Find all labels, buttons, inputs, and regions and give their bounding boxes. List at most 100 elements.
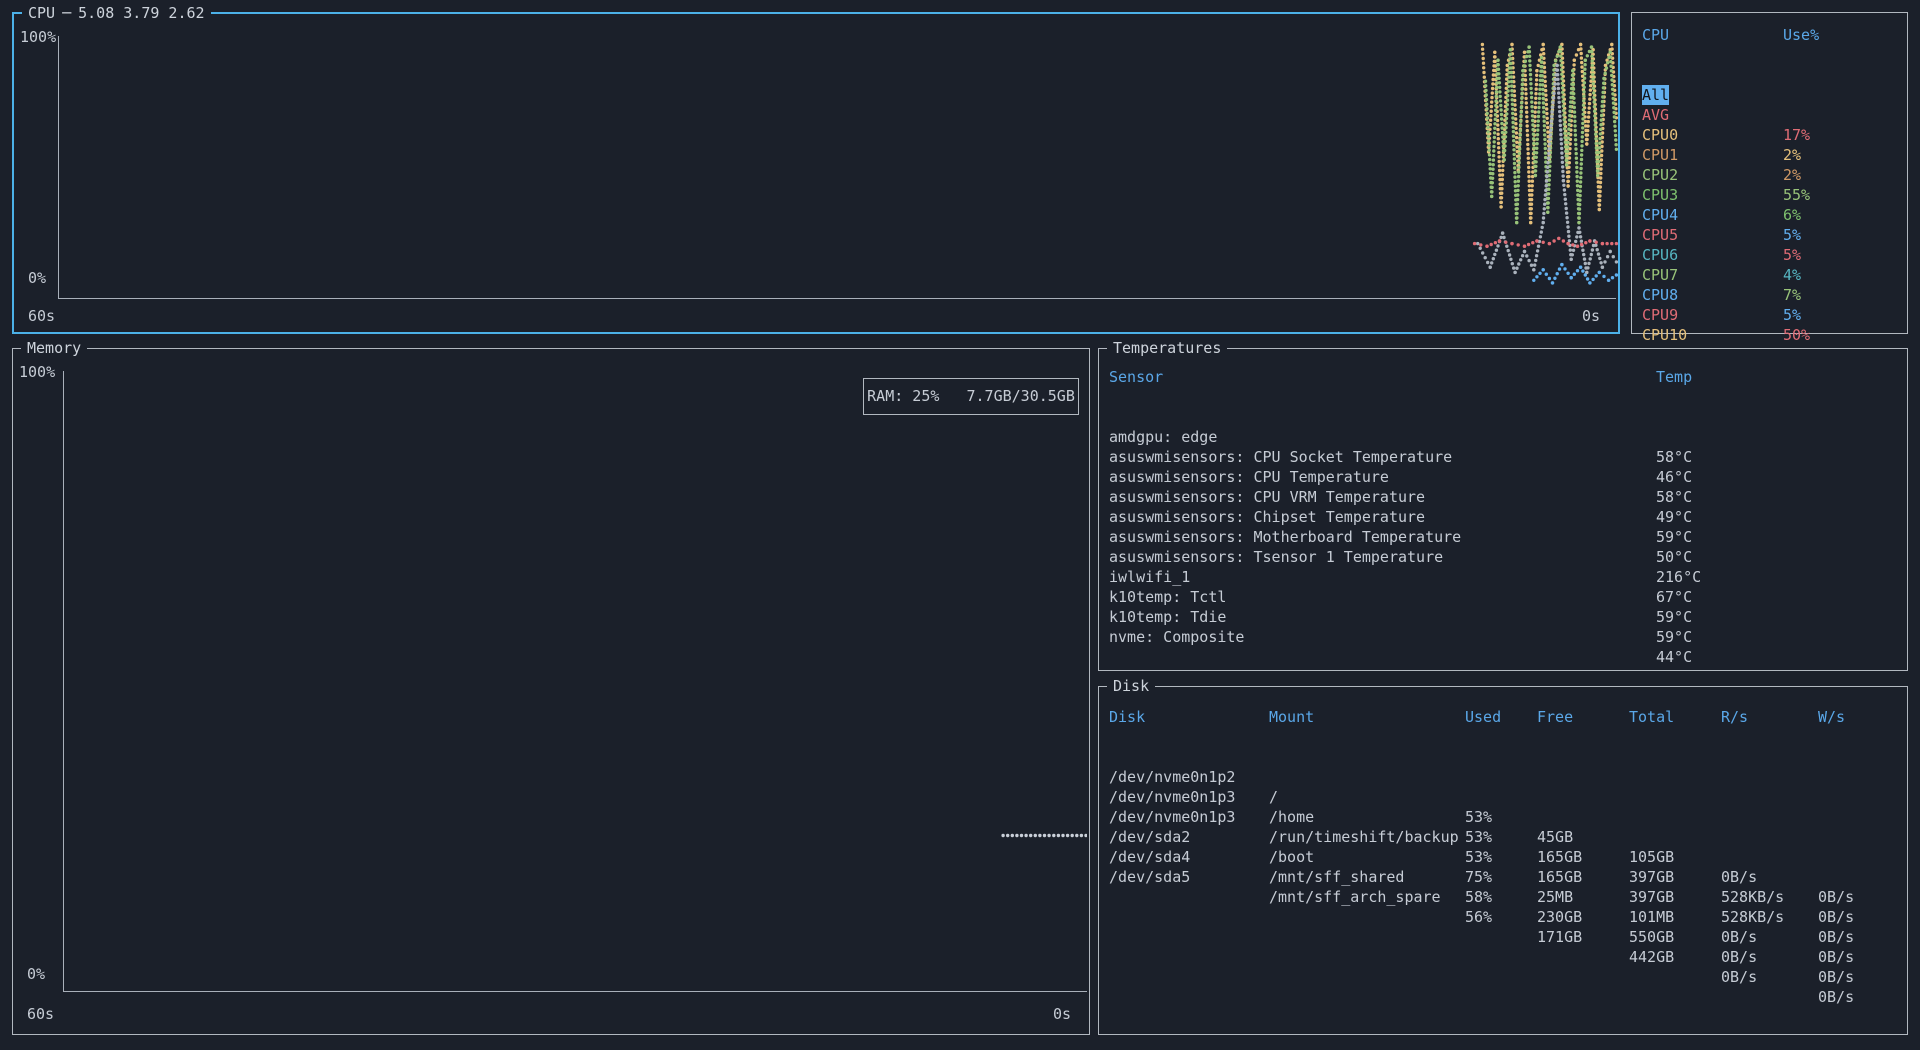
sensor-column-header: Sensor (1109, 367, 1163, 387)
disk-read-rate: 0B/s (1721, 867, 1757, 887)
y-axis-max-label: 100% (19, 363, 55, 381)
read-rate-column-header: R/s (1721, 707, 1748, 727)
disk-read-rate: 0B/s (1721, 927, 1757, 947)
cpu-row[interactable]: CPU8 5% (1632, 265, 1907, 285)
disk-row: /dev/sda5 /mnt/sff_arch_spare 56% 171GB … (1099, 847, 1907, 867)
disk-row: /dev/nvme0n1p2 / 53% 45GB 105GB 0B/s 0B/… (1099, 747, 1907, 767)
cpu-row[interactable]: CPU6 4% (1632, 225, 1907, 245)
x-axis-line (63, 991, 1087, 992)
cpu-row-usage: 50% (1783, 325, 1810, 345)
disk-write-rate: 0B/s (1818, 947, 1854, 967)
y-axis-min-label: 0% (28, 269, 46, 287)
temperature-row: k10temp: Tdie 59°C (1099, 587, 1907, 607)
disk-device: /dev/sda5 (1109, 867, 1190, 887)
disk-total: 550GB (1629, 927, 1674, 947)
cpu-usage-chart (59, 34, 1618, 296)
temperatures-panel-title: Temperatures (1107, 339, 1227, 357)
disk-total: 397GB (1629, 887, 1674, 907)
cpu-row[interactable]: All (1632, 65, 1907, 85)
disk-free: 230GB (1537, 907, 1582, 927)
mount-column-header: Mount (1269, 707, 1314, 727)
temperature-row: asuswmisensors: CPU Socket Temperature 4… (1099, 427, 1907, 447)
load-average: 5.08 3.79 2.62 (78, 4, 204, 22)
sensor-temp-value: 59°C (1656, 627, 1692, 647)
temperature-row: asuswmisensors: Motherboard Temperature … (1099, 507, 1907, 527)
disk-total: 101MB (1629, 907, 1674, 927)
disk-table-body: /dev/nvme0n1p2 / 53% 45GB 105GB 0B/s 0B/… (1099, 747, 1907, 867)
disk-read-rate: 528KB/s (1721, 887, 1784, 907)
disk-write-rate: 0B/s (1818, 987, 1854, 1007)
disk-used: 75% (1465, 867, 1492, 887)
memory-panel-title: Memory (21, 339, 87, 357)
memory-graph-panel: Memory 100% RAM: 25% 7.7GB/30.5GB 0% 60s… (12, 348, 1090, 1035)
sensor-name: nvme: Composite (1109, 627, 1244, 647)
cpu-column-header: CPU (1642, 25, 1669, 45)
cpu-row[interactable]: CPU10 1% (1632, 305, 1907, 325)
cpu-core-list-panel: CPU Use% All AVG 17% CPU0 2% CPU1 2% CPU… (1631, 12, 1908, 334)
disk-row: /dev/sda4 /mnt/sff_shared 58% 230GB 550G… (1099, 827, 1907, 847)
cpu-row[interactable]: CPU3 6% (1632, 165, 1907, 185)
cpu-row[interactable]: CPU2 55% (1632, 145, 1907, 165)
disk-row: /dev/nvme0n1p3 /home 53% 165GB 397GB 528… (1099, 767, 1907, 787)
cpu-row[interactable]: CPU9 50% (1632, 285, 1907, 305)
title-separator: ─ (55, 4, 78, 22)
free-column-header: Free (1537, 707, 1573, 727)
disk-panel: Disk Disk Mount Used Free Total R/s W/s … (1098, 686, 1908, 1035)
temperature-row: amdgpu: edge 58°C (1099, 407, 1907, 427)
cpu-panel-title: CPU─5.08 3.79 2.62 (22, 4, 211, 22)
temperature-row: asuswmisensors: Chipset Temperature 59°C (1099, 487, 1907, 507)
x-axis-left-label: 60s (28, 307, 55, 325)
disk-used: 58% (1465, 887, 1492, 907)
sensor-temp-value: 44°C (1656, 647, 1692, 667)
total-column-header: Total (1629, 707, 1674, 727)
cpu-row[interactable]: CPU1 2% (1632, 125, 1907, 145)
cpu-row[interactable]: AVG 17% (1632, 85, 1907, 105)
temperature-row: k10temp: Tctl 59°C (1099, 567, 1907, 587)
temperature-row: asuswmisensors: CPU VRM Temperature 49°C (1099, 467, 1907, 487)
disk-used: 56% (1465, 907, 1492, 927)
disk-total: 397GB (1629, 867, 1674, 887)
cpu-row[interactable]: CPU5 5% (1632, 205, 1907, 225)
disk-panel-title: Disk (1107, 677, 1155, 695)
temp-column-header: Temp (1656, 367, 1692, 387)
x-axis-right-label: 0s (1582, 307, 1600, 325)
disk-header: Disk Mount Used Free Total R/s W/s (1099, 707, 1907, 727)
temperature-row: asuswmisensors: Tsensor 1 Temperature 21… (1099, 527, 1907, 547)
disk-write-rate: 0B/s (1818, 907, 1854, 927)
disk-read-rate: 0B/s (1721, 967, 1757, 987)
disk-write-rate: 0B/s (1818, 967, 1854, 987)
disk-free: 171GB (1537, 927, 1582, 947)
temperatures-panel: Temperatures Sensor Temp amdgpu: edge 58… (1098, 348, 1908, 671)
memory-usage-chart (64, 369, 1087, 991)
cpu-graph-panel: CPU─5.08 3.79 2.62 100% 0% 60s 0s (12, 12, 1620, 334)
cpu-row-label: CPU10 (1642, 325, 1687, 345)
disk-read-rate: 0B/s (1721, 947, 1757, 967)
disk-read-rate: 528KB/s (1721, 907, 1784, 927)
disk-mount: /mnt/sff_shared (1269, 867, 1404, 887)
disk-free: 25MB (1537, 887, 1573, 907)
y-axis-max-label: 100% (20, 28, 56, 46)
x-axis-line (58, 298, 1616, 299)
disk-mount: /mnt/sff_arch_spare (1269, 887, 1441, 907)
cpu-list-body: All AVG 17% CPU0 2% CPU1 2% CPU2 55% CPU… (1632, 65, 1907, 325)
disk-free: 165GB (1537, 867, 1582, 887)
disk-write-rate: 0B/s (1818, 927, 1854, 947)
disk-column-header: Disk (1109, 707, 1145, 727)
disk-total: 442GB (1629, 947, 1674, 967)
cpu-row[interactable]: CPU7 7% (1632, 245, 1907, 265)
temperatures-header: Sensor Temp (1099, 367, 1907, 387)
panel-title-label: CPU (28, 4, 55, 22)
cpu-row[interactable]: CPU4 5% (1632, 185, 1907, 205)
disk-row: /dev/nvme0n1p3 /run/timeshift/backup 53%… (1099, 787, 1907, 807)
cpu-row[interactable]: CPU0 2% (1632, 105, 1907, 125)
disk-write-rate: 0B/s (1818, 887, 1854, 907)
temperatures-table-body: amdgpu: edge 58°C asuswmisensors: CPU So… (1099, 407, 1907, 627)
write-rate-column-header: W/s (1818, 707, 1845, 727)
cpu-list-header: CPU Use% (1632, 25, 1907, 45)
temperature-row: nvme: Composite 44°C (1099, 607, 1907, 627)
used-column-header: Used (1465, 707, 1501, 727)
temperature-row: asuswmisensors: CPU Temperature 58°C (1099, 447, 1907, 467)
disk-row: /dev/sda2 /boot 75% 25MB 101MB 0B/s 0B/s (1099, 807, 1907, 827)
y-axis-min-label: 0% (27, 965, 45, 983)
x-axis-right-label: 0s (1053, 1005, 1071, 1023)
